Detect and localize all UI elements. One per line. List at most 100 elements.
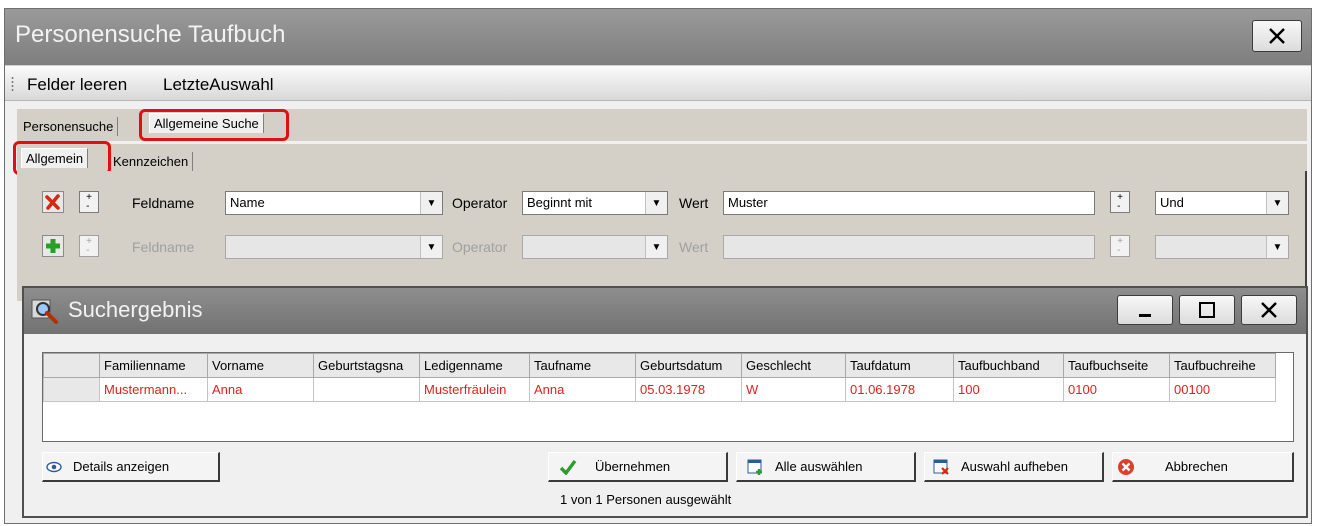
remove-criterion-button[interactable]: [42, 191, 64, 213]
results-table: Familienname Vorname Geburtstagsna Ledig…: [43, 353, 1276, 402]
eye-icon: [43, 461, 65, 473]
selection-status: 1 von 1 Personen ausgewählt: [560, 492, 732, 507]
details-button[interactable]: Details anzeigen: [42, 452, 220, 482]
window-titlebar: Personensuche Taufbuch: [5, 9, 1311, 65]
col-taufbuchband[interactable]: Taufbuchband: [953, 353, 1064, 378]
tab-personensuche[interactable]: Personensuche: [19, 117, 119, 136]
close-icon: [1269, 28, 1285, 44]
minimize-icon: [1139, 314, 1151, 317]
row-header-corner: [43, 353, 100, 378]
chevron-down-icon: ▼: [645, 236, 667, 258]
tab-kennzeichen[interactable]: Kennzeichen: [109, 152, 194, 171]
uebernehmen-label: Übernehmen: [595, 459, 671, 474]
cell-familienname[interactable]: Mustermann...: [99, 377, 208, 402]
window-close-button[interactable]: [1252, 20, 1302, 52]
cell-taufdatum[interactable]: 01.06.1978: [845, 377, 954, 402]
col-taufbuchseite[interactable]: Taufbuchseite: [1063, 353, 1170, 378]
cell-geburtstagsname[interactable]: [313, 377, 420, 402]
minimize-button[interactable]: [1117, 295, 1173, 325]
plus-minus-icon: + -: [86, 236, 92, 256]
plus-minus-icon: + -: [86, 192, 92, 212]
chevron-down-icon[interactable]: ▼: [420, 192, 442, 214]
results-close-button[interactable]: [1241, 295, 1297, 325]
cell-taufbuchreihe[interactable]: 00100: [1169, 377, 1276, 402]
logic-value: Und: [1160, 195, 1184, 210]
logic-select[interactable]: Und ▼: [1155, 191, 1289, 215]
cell-vorname[interactable]: Anna: [207, 377, 314, 402]
cell-ledigenname[interactable]: Musterfräulein: [419, 377, 530, 402]
plus-minus-icon: + -: [1117, 192, 1123, 212]
col-vorname[interactable]: Vorname: [207, 353, 314, 378]
operator-label-disabled: Operator: [452, 239, 508, 255]
wert-value: Muster: [728, 195, 768, 210]
operator-select[interactable]: Beginnt mit ▼: [522, 191, 668, 215]
green-plus-icon: [46, 239, 60, 253]
col-taufname[interactable]: Taufname: [529, 353, 636, 378]
chevron-down-icon[interactable]: ▼: [1266, 192, 1288, 214]
logic-select-disabled: ▼: [1155, 235, 1289, 259]
cell-taufname[interactable]: Anna: [529, 377, 636, 402]
abbrechen-button[interactable]: Abbrechen: [1112, 452, 1294, 482]
operator-value: Beginnt mit: [527, 195, 593, 210]
feldname-label: Feldname: [132, 195, 195, 211]
auswahl-aufheben-label: Auswahl aufheben: [961, 459, 1068, 474]
add-criterion-button[interactable]: [42, 235, 64, 257]
chevron-down-icon: ▼: [1266, 236, 1288, 258]
wert-label-disabled: Wert: [679, 239, 709, 255]
header-row: Familienname Vorname Geburtstagsna Ledig…: [43, 353, 1276, 378]
cell-geschlecht[interactable]: W: [741, 377, 846, 402]
green-check-icon: [557, 459, 579, 475]
highlight-allgemeine-suche: [139, 109, 289, 141]
close-icon: [1261, 302, 1277, 318]
uebernehmen-button[interactable]: Übernehmen: [548, 452, 728, 482]
plus-minus-button[interactable]: + -: [1110, 191, 1130, 213]
maximize-icon: [1199, 302, 1215, 318]
feldname-label-disabled: Feldname: [132, 239, 195, 255]
plus-minus-button-disabled: + -: [1110, 235, 1130, 257]
desktop-strip: [0, 0, 1325, 8]
alle-auswaehlen-label: Alle auswählen: [775, 459, 863, 474]
highlight-allgemein: [13, 141, 111, 175]
col-geburtsdatum[interactable]: Geburtsdatum: [635, 353, 742, 378]
col-ledigenname[interactable]: Ledigenname: [419, 353, 530, 378]
operator-label: Operator: [452, 195, 508, 211]
inner-tab-strip: Allgemein Kennzeichen: [17, 144, 1307, 174]
chevron-down-icon[interactable]: ▼: [645, 192, 667, 214]
abbrechen-label: Abbrechen: [1165, 459, 1228, 474]
wert-input-disabled: [723, 235, 1095, 259]
auswahl-aufheben-button[interactable]: Auswahl aufheben: [924, 452, 1104, 482]
wert-input[interactable]: Muster: [723, 191, 1095, 215]
col-familienname[interactable]: Familienname: [99, 353, 208, 378]
menu-letzte-auswahl[interactable]: LetzteAuswahl: [163, 75, 274, 95]
plus-minus-button-disabled: + -: [79, 235, 99, 257]
col-taufdatum[interactable]: Taufdatum: [845, 353, 954, 378]
plus-minus-icon: + -: [1117, 236, 1123, 256]
feldname-select-disabled: ▼: [225, 235, 443, 259]
details-label: Details anzeigen: [73, 459, 170, 474]
feldname-select[interactable]: Name ▼: [225, 191, 443, 215]
cell-taufbuchband[interactable]: 100: [953, 377, 1064, 402]
red-x-icon: [45, 194, 60, 210]
cell-taufbuchseite[interactable]: 0100: [1063, 377, 1170, 402]
col-geburtstagsname[interactable]: Geburtstagsna: [313, 353, 420, 378]
results-window: Suchergebnis Familienname Vorname Geburt…: [22, 286, 1308, 518]
wert-label: Wert: [679, 195, 709, 211]
plus-minus-button[interactable]: + -: [79, 191, 99, 213]
col-geschlecht[interactable]: Geschlecht: [741, 353, 846, 378]
select-all-icon: [745, 458, 767, 476]
criteria-panel: + - Feldname Name ▼ Operator Beginnt mit …: [17, 171, 1307, 301]
results-titlebar: Suchergebnis: [24, 288, 1306, 334]
operator-select-disabled: ▼: [522, 235, 668, 259]
menu-bar: Felder leeren LetzteAuswahl: [5, 65, 1311, 101]
row-header-cell[interactable]: [43, 377, 100, 402]
col-taufbuchreihe[interactable]: Taufbuchreihe: [1169, 353, 1276, 378]
results-grid[interactable]: Familienname Vorname Geburtstagsna Ledig…: [42, 352, 1294, 442]
cell-geburtsdatum[interactable]: 05.03.1978: [635, 377, 742, 402]
feldname-value: Name: [230, 195, 265, 210]
table-row[interactable]: Mustermann... Anna Musterfräulein Anna 0…: [43, 377, 1276, 402]
alle-auswaehlen-button[interactable]: Alle auswählen: [736, 452, 916, 482]
menu-felder-leeren[interactable]: Felder leeren: [27, 75, 127, 95]
maximize-button[interactable]: [1179, 295, 1235, 325]
toolbar-grip-icon: [11, 76, 14, 92]
deselect-icon: [931, 458, 953, 476]
